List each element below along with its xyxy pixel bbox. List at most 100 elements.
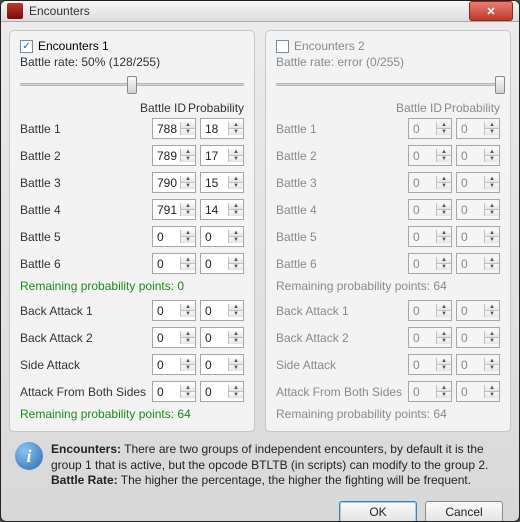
battle-prob-spinner: 0 ▲ ▼ <box>456 253 500 274</box>
spin-up-icon[interactable]: ▲ <box>229 358 243 365</box>
spin-down-icon[interactable]: ▼ <box>181 338 195 344</box>
spin-up-icon[interactable]: ▲ <box>229 203 243 210</box>
battle-prob-spinner[interactable]: 18 ▲ ▼ <box>200 118 244 139</box>
spin-up-icon[interactable]: ▲ <box>181 176 195 183</box>
battle-prob-spinner[interactable]: 17 ▲ ▼ <box>200 145 244 166</box>
spin-down-icon[interactable]: ▼ <box>229 392 243 398</box>
battle-id-spinner[interactable]: 790 ▲ ▼ <box>152 172 196 193</box>
spin-down-icon: ▼ <box>437 392 451 398</box>
battle-rate-slider[interactable] <box>20 71 244 97</box>
spin-up-icon: ▲ <box>485 176 499 183</box>
spin-up-icon[interactable]: ▲ <box>229 230 243 237</box>
special-label: Side Attack <box>276 358 404 372</box>
special-prob-spinner[interactable]: 0 ▲ ▼ <box>200 300 244 321</box>
battle-row: Battle 1 788 ▲ ▼ 18 ▲ ▼ <box>20 115 244 142</box>
spin-down-icon[interactable]: ▼ <box>229 210 243 216</box>
special-id-spinner[interactable]: 0 ▲ ▼ <box>152 354 196 375</box>
special-prob-spinner[interactable]: 0 ▲ ▼ <box>200 327 244 348</box>
special-id-spinner[interactable]: 0 ▲ ▼ <box>152 381 196 402</box>
cancel-button[interactable]: Cancel <box>425 501 503 522</box>
special-prob-spinner[interactable]: 0 ▲ ▼ <box>200 381 244 402</box>
special-prob-spinner: 0 ▲ ▼ <box>456 327 500 348</box>
battle-id-spinner: 0 ▲ ▼ <box>408 172 452 193</box>
battle-row: Battle 6 0 ▲ ▼ 0 ▲ ▼ <box>276 250 500 277</box>
special-id-spinner[interactable]: 0 ▲ ▼ <box>152 300 196 321</box>
group-title: Encounters 2 <box>294 39 365 53</box>
spin-down-icon[interactable]: ▼ <box>181 183 195 189</box>
spin-up-icon[interactable]: ▲ <box>229 122 243 129</box>
battle-label: Battle 5 <box>20 230 148 244</box>
spin-up-icon[interactable]: ▲ <box>229 176 243 183</box>
battle-label: Battle 2 <box>20 149 148 163</box>
battle-rate-label: Battle rate: 50% (128/255) <box>20 55 244 69</box>
close-button[interactable]: ✕ <box>469 1 513 21</box>
spin-down-icon[interactable]: ▼ <box>229 129 243 135</box>
spin-up-icon[interactable]: ▲ <box>181 122 195 129</box>
battle-row: Battle 5 0 ▲ ▼ 0 ▲ ▼ <box>20 223 244 250</box>
spin-down-icon[interactable]: ▼ <box>229 365 243 371</box>
battle-row: Battle 6 0 ▲ ▼ 0 ▲ ▼ <box>20 250 244 277</box>
spin-down-icon[interactable]: ▼ <box>229 237 243 243</box>
spin-up-icon[interactable]: ▲ <box>181 331 195 338</box>
spin-down-icon: ▼ <box>437 311 451 317</box>
spin-down-icon[interactable]: ▼ <box>229 338 243 344</box>
spin-down-icon[interactable]: ▼ <box>181 392 195 398</box>
battle-prob-spinner[interactable]: 14 ▲ ▼ <box>200 199 244 220</box>
spin-down-icon[interactable]: ▼ <box>181 365 195 371</box>
spin-down-icon[interactable]: ▼ <box>181 311 195 317</box>
group-checkbox[interactable]: ✓ <box>20 40 33 53</box>
ok-button[interactable]: OK <box>339 501 417 522</box>
spin-down-icon[interactable]: ▼ <box>181 210 195 216</box>
spin-up-icon[interactable]: ▲ <box>181 304 195 311</box>
battle-label: Battle 3 <box>20 176 148 190</box>
battle-row: Battle 3 790 ▲ ▼ 15 ▲ ▼ <box>20 169 244 196</box>
spin-down-icon[interactable]: ▼ <box>181 237 195 243</box>
titlebar: Encounters ✕ <box>1 1 519 22</box>
info-panel: i Encounters: There are two groups of in… <box>9 438 511 493</box>
header-battle-id: Battle ID <box>394 101 444 115</box>
battle-id-spinner: 0 ▲ ▼ <box>408 199 452 220</box>
spin-down-icon[interactable]: ▼ <box>181 264 195 270</box>
battle-prob-spinner[interactable]: 0 ▲ ▼ <box>200 253 244 274</box>
battle-id-spinner[interactable]: 789 ▲ ▼ <box>152 145 196 166</box>
slider-thumb[interactable] <box>127 76 137 94</box>
spin-up-icon[interactable]: ▲ <box>229 257 243 264</box>
spin-up-icon: ▲ <box>485 122 499 129</box>
spin-up-icon[interactable]: ▲ <box>229 149 243 156</box>
spin-up-icon: ▲ <box>485 331 499 338</box>
battle-prob-spinner[interactable]: 15 ▲ ▼ <box>200 172 244 193</box>
battle-id-spinner[interactable]: 788 ▲ ▼ <box>152 118 196 139</box>
spin-down-icon[interactable]: ▼ <box>181 156 195 162</box>
spin-down-icon[interactable]: ▼ <box>229 311 243 317</box>
spin-up-icon[interactable]: ▲ <box>181 203 195 210</box>
special-id-spinner[interactable]: 0 ▲ ▼ <box>152 327 196 348</box>
battle-prob-spinner[interactable]: 0 ▲ ▼ <box>200 226 244 247</box>
spin-down-icon[interactable]: ▼ <box>229 183 243 189</box>
spin-down-icon: ▼ <box>437 156 451 162</box>
spin-down-icon[interactable]: ▼ <box>181 129 195 135</box>
battle-id-spinner[interactable]: 0 ▲ ▼ <box>152 226 196 247</box>
battle-id-spinner[interactable]: 791 ▲ ▼ <box>152 199 196 220</box>
spin-up-icon[interactable]: ▲ <box>181 385 195 392</box>
group-checkbox[interactable] <box>276 40 289 53</box>
spin-up-icon[interactable]: ▲ <box>181 358 195 365</box>
special-prob-spinner[interactable]: 0 ▲ ▼ <box>200 354 244 375</box>
battle-label: Battle 4 <box>20 203 148 217</box>
spin-up-icon: ▲ <box>437 149 451 156</box>
spin-up-icon[interactable]: ▲ <box>181 257 195 264</box>
spin-up-icon[interactable]: ▲ <box>181 230 195 237</box>
battle-row: Battle 4 791 ▲ ▼ 14 ▲ ▼ <box>20 196 244 223</box>
special-row: Attack From Both Sides 0 ▲ ▼ 0 ▲ ▼ <box>276 378 500 405</box>
spin-down-icon[interactable]: ▼ <box>229 264 243 270</box>
special-row: Back Attack 2 0 ▲ ▼ 0 ▲ ▼ <box>276 324 500 351</box>
spin-down-icon[interactable]: ▼ <box>229 156 243 162</box>
battle-id-spinner[interactable]: 0 ▲ ▼ <box>152 253 196 274</box>
spin-up-icon[interactable]: ▲ <box>229 385 243 392</box>
spin-up-icon[interactable]: ▲ <box>229 331 243 338</box>
spin-up-icon[interactable]: ▲ <box>229 304 243 311</box>
encounters-group-2: Encounters 2 Battle rate: error (0/255) … <box>265 30 511 432</box>
battle-label: Battle 1 <box>20 122 148 136</box>
spin-up-icon[interactable]: ▲ <box>181 149 195 156</box>
spin-up-icon: ▲ <box>437 203 451 210</box>
special-row: Side Attack 0 ▲ ▼ 0 ▲ ▼ <box>276 351 500 378</box>
